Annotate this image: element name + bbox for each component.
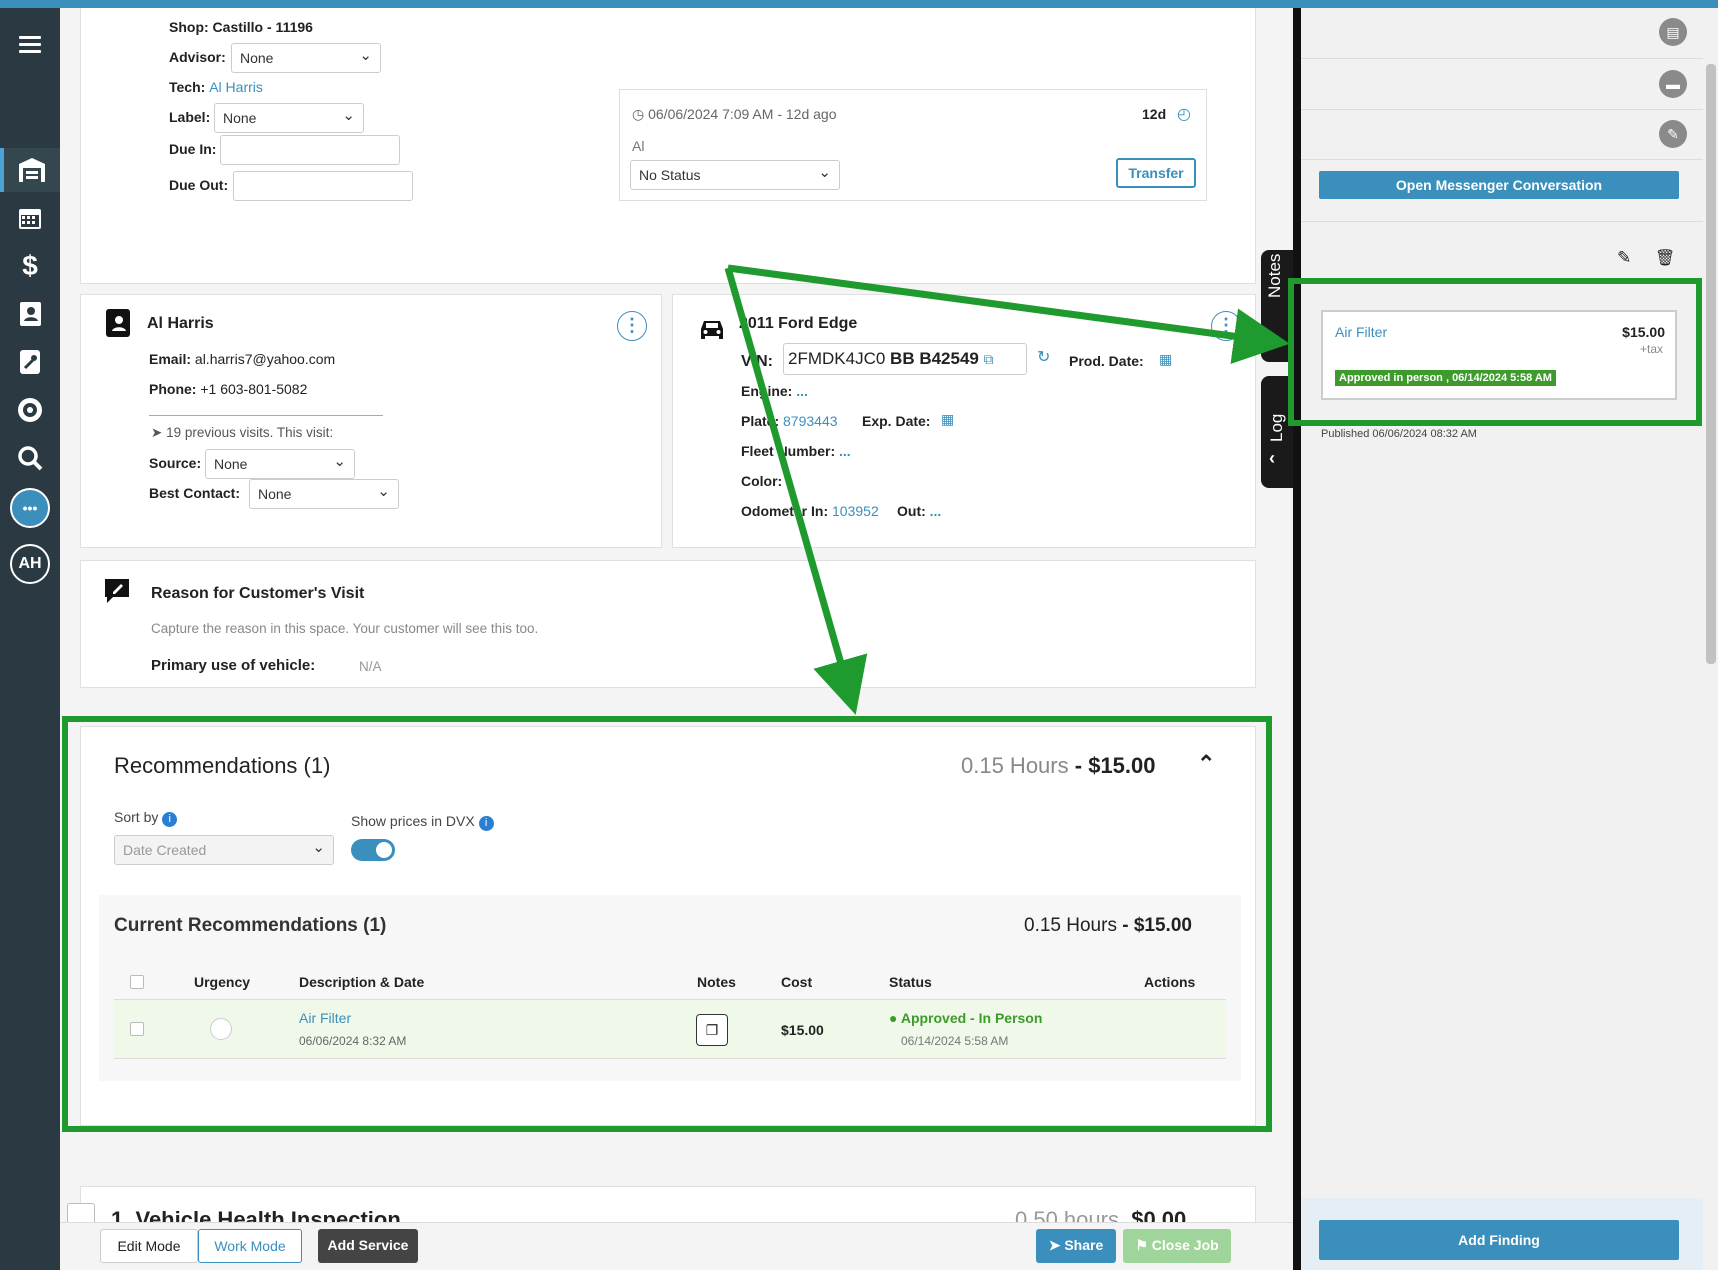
color-label: Color:: [741, 473, 783, 489]
wrench-icon[interactable]: ✎: [1659, 120, 1687, 148]
due-out-input[interactable]: [233, 171, 413, 201]
vehicle-card: 2011 Ford Edge ⋮ VIN: 2FMDK4JC0 BB B4254…: [672, 294, 1256, 548]
job-info-card: Shop: Castillo - 11196 Advisor: None Tec…: [80, 8, 1256, 284]
transfer-button[interactable]: Transfer: [1116, 158, 1196, 188]
chat-icon[interactable]: •••: [0, 486, 60, 530]
left-nav: $ ••• AH: [0, 8, 60, 1270]
vin-field[interactable]: 2FMDK4JC0 BB B42549 ⧉: [783, 343, 1027, 375]
customer-more-button[interactable]: ⋮: [617, 311, 647, 341]
shop-name: Shop: Castillo - 11196: [169, 19, 313, 35]
status-box: ◷ 06/06/2024 7:09 AM - 12d ago 12d ◴ Al …: [619, 89, 1207, 201]
vehicle-more-button[interactable]: ⋮: [1211, 311, 1241, 341]
customer-card: Al Harris ⋮ Email: al.harris7@yahoo.com …: [80, 294, 662, 548]
source-label: Source:: [149, 455, 202, 471]
timer-icon[interactable]: ◴: [1177, 104, 1191, 124]
send-icon: ➤: [1048, 1237, 1061, 1253]
status-user: Al: [632, 138, 645, 154]
contacts-icon[interactable]: ▤: [1659, 18, 1687, 46]
flag-icon: ⚑: [1135, 1237, 1148, 1253]
tech-link[interactable]: Al Harris: [209, 79, 263, 95]
chevron-right-icon: ›: [1269, 328, 1275, 348]
status-select[interactable]: No Status: [630, 160, 840, 190]
created-datetime: ◷ 06/06/2024 7:09 AM - 12d ago: [632, 106, 837, 122]
primary-use-value[interactable]: N/A: [359, 659, 382, 674]
share-button[interactable]: ➤ Share: [1036, 1229, 1116, 1263]
clock-icon: ◷: [632, 106, 645, 122]
trash-icon[interactable]: 🗑: [1655, 248, 1675, 268]
exp-date-label: Exp. Date:: [862, 413, 931, 429]
highlight-finding: [1288, 278, 1702, 426]
visit-count: ➤ 19 previous visits. This visit:: [151, 425, 334, 440]
customer-phone: Phone: +1 603-801-5082: [149, 381, 308, 397]
close-job-button[interactable]: ⚑ Close Job: [1123, 1229, 1231, 1263]
customer-email: Email: al.harris7@yahoo.com: [149, 351, 336, 367]
highlight-recommendations: [62, 716, 1272, 1132]
prod-date-label: Prod. Date:: [1069, 353, 1144, 369]
due-in-label: Due In:: [169, 141, 217, 157]
bottom-toolbar: Edit Mode Work Mode Add Service ➤ Share …: [60, 1222, 1293, 1270]
engine-label: Engine: ...: [741, 383, 808, 399]
dollar-icon[interactable]: $: [0, 244, 60, 288]
due-in-input[interactable]: [220, 135, 400, 165]
primary-use-label: Primary use of vehicle:: [151, 657, 316, 674]
menu-icon[interactable]: [19, 36, 41, 54]
customer-name: Al Harris: [147, 315, 214, 332]
car-icon: [697, 317, 727, 350]
tech-label: Tech: Al Harris: [169, 79, 263, 95]
out-label: Out: ...: [897, 503, 942, 519]
calendar-icon[interactable]: [0, 196, 60, 240]
add-service-button[interactable]: Add Service: [318, 1229, 418, 1263]
best-contact-label: Best Contact:: [149, 485, 241, 501]
chevron-left-icon: ‹: [1269, 448, 1275, 468]
copy-icon[interactable]: ⧉: [984, 351, 994, 367]
published-date: Published 06/06/2024 08:32 AM: [1321, 428, 1477, 440]
navigation-arrow-icon: ➤: [151, 425, 163, 440]
pencil-icon[interactable]: ✎: [1617, 248, 1631, 268]
panel-scrollbar[interactable]: [1703, 8, 1718, 1270]
due-out-label: Due Out:: [169, 177, 229, 193]
tools-icon[interactable]: [0, 340, 60, 384]
vehicle-name: 2011 Ford Edge: [739, 315, 858, 332]
label-label: Label:: [169, 109, 211, 125]
reason-title: Reason for Customer's Visit: [151, 585, 365, 602]
job-age: 12d: [1142, 106, 1167, 122]
contacts-icon[interactable]: [0, 292, 60, 336]
reason-card: Reason for Customer's Visit Capture the …: [80, 560, 1256, 688]
exp-date-calendar-icon[interactable]: ▦: [941, 411, 954, 428]
work-mode-button[interactable]: Work Mode: [198, 1229, 302, 1263]
advisor-label: Advisor:: [169, 49, 226, 65]
search-icon[interactable]: [0, 436, 60, 480]
plate-label: Plate: 8793443: [741, 413, 838, 429]
add-finding-button[interactable]: Add Finding: [1319, 1220, 1679, 1260]
best-contact-select[interactable]: None: [249, 479, 399, 509]
vin-label: VIN:: [741, 353, 773, 370]
source-select[interactable]: None: [205, 449, 355, 479]
edit-note-icon: [103, 577, 131, 610]
prod-date-calendar-icon[interactable]: ▦: [1159, 351, 1172, 368]
contact-card-icon: [106, 309, 130, 337]
label-select[interactable]: None: [214, 103, 364, 133]
car-icon[interactable]: ▬: [1659, 70, 1687, 98]
open-messenger-button[interactable]: Open Messenger Conversation: [1319, 171, 1679, 199]
reason-hint[interactable]: Capture the reason in this space. Your c…: [151, 621, 538, 636]
tire-icon[interactable]: [0, 388, 60, 432]
edit-mode-button[interactable]: Edit Mode: [100, 1229, 198, 1263]
refresh-icon[interactable]: ↻: [1037, 347, 1050, 367]
fleet-label: Fleet Number: ...: [741, 443, 851, 459]
top-accent-strip: [0, 0, 1718, 8]
shop-icon[interactable]: [0, 148, 60, 192]
advisor-select[interactable]: None: [231, 43, 381, 73]
odometer-label: Odometer In: 103952: [741, 503, 879, 519]
avatar[interactable]: AH: [0, 542, 60, 586]
right-panel: ▤ ▬ ✎ Open Messenger Conversation ✎ 🗑 Ai…: [1293, 8, 1718, 1270]
